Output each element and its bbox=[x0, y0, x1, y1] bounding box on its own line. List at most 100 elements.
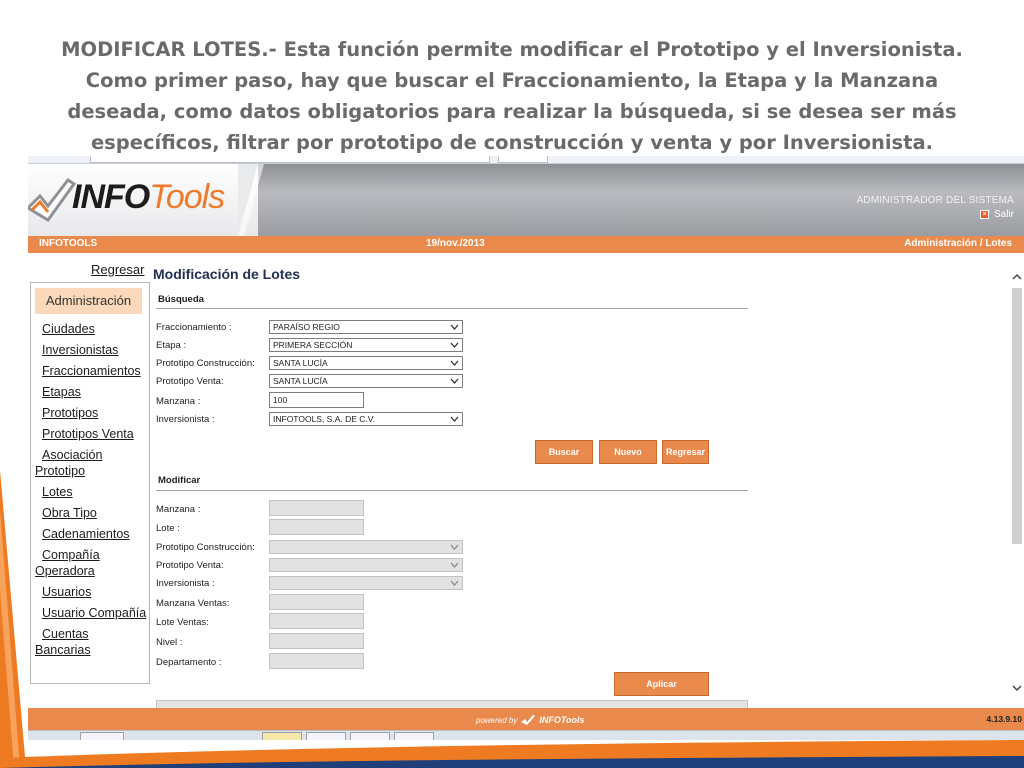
sidebar-item-prototipos-venta[interactable]: Prototipos Venta bbox=[35, 426, 147, 442]
mod-manzana-input[interactable] bbox=[269, 500, 364, 516]
prototipo-venta-label: Prototipo Venta: bbox=[156, 376, 224, 387]
mod-manzana-label: Manzana : bbox=[156, 504, 201, 515]
taskbar-item[interactable] bbox=[306, 732, 346, 740]
logout-link[interactable]: × Salir bbox=[979, 209, 1014, 220]
sidebar-item-cuentas-bancarias[interactable]: Cuentas Bancarias bbox=[35, 626, 147, 658]
sidebar-item-usuarios[interactable]: Usuarios bbox=[35, 584, 147, 600]
logo-checkmark-icon bbox=[28, 177, 76, 222]
logo-wordmark: INFOTools bbox=[72, 178, 225, 216]
browser-address-field[interactable] bbox=[90, 156, 490, 163]
sidebar: Administración Ciudades Inversionistas F… bbox=[30, 282, 150, 684]
slide-caption: MODIFICAR LOTES.- Esta función permite m… bbox=[40, 34, 984, 158]
close-icon: × bbox=[979, 210, 989, 219]
manzana-input[interactable]: 100 bbox=[269, 392, 364, 408]
app-version: 4.13.9.10 bbox=[986, 714, 1022, 724]
current-date: 19/nov./2013 bbox=[426, 238, 485, 249]
scroll-up-icon[interactable] bbox=[1011, 271, 1023, 283]
footer-bar: powered by INFOTools 4.13.9.10 bbox=[28, 708, 1024, 730]
sidebar-item-lotes[interactable]: Lotes bbox=[35, 484, 147, 500]
user-role: ADMINISTRADOR DEL SISTEMA bbox=[856, 195, 1014, 206]
orange-swoosh-bottom bbox=[0, 740, 1024, 768]
taskbar-item[interactable] bbox=[262, 732, 302, 740]
search-divider bbox=[156, 308, 748, 309]
chevron-down-icon bbox=[450, 544, 459, 550]
inversionista-value: INFOTOOLS, S.A. DE C.V. bbox=[273, 414, 376, 424]
mod-nivel-input[interactable] bbox=[269, 633, 364, 649]
prototipo-venta-select[interactable]: SANTA LUCÍA bbox=[269, 374, 463, 388]
sidebar-item-compania-operadora[interactable]: Compañía Operadora bbox=[35, 547, 147, 579]
mod-manzana-ventas-input[interactable] bbox=[269, 594, 364, 610]
app-screenshot: INFOTools ADMINISTRADOR DEL SISTEMA × Sa… bbox=[28, 156, 1024, 740]
footer-brand: INFOTools bbox=[539, 715, 585, 725]
etapa-select[interactable]: PRIMERA SECCIÓN bbox=[269, 338, 463, 352]
browser-field[interactable] bbox=[498, 156, 548, 163]
buscar-button[interactable]: Buscar bbox=[535, 440, 593, 464]
sidebar-item-ciudades[interactable]: Ciudades bbox=[35, 321, 147, 337]
sidebar-item-fraccionamientos[interactable]: Fraccionamientos bbox=[35, 363, 147, 379]
mod-prototipo-construccion-label: Prototipo Construcción: bbox=[156, 542, 255, 553]
mod-prototipo-venta-label: Prototipo Venta: bbox=[156, 560, 224, 571]
browser-toolbar-strip bbox=[28, 156, 1024, 164]
mod-departamento-label: Departamento : bbox=[156, 657, 222, 668]
banner-diagonal bbox=[238, 164, 264, 236]
mod-lote-input[interactable] bbox=[269, 519, 364, 535]
regresar-button[interactable]: Regresar bbox=[662, 440, 709, 464]
taskbar-item[interactable] bbox=[80, 732, 124, 740]
sidebar-item-asociacion-prototipo[interactable]: Asociación Prototipo bbox=[35, 447, 147, 479]
taskbar bbox=[28, 730, 1024, 740]
chevron-down-icon bbox=[450, 342, 459, 348]
chevron-down-icon bbox=[450, 416, 459, 422]
sidebar-item-usuario-compania[interactable]: Usuario Compañía bbox=[35, 605, 147, 621]
sidebar-heading: Administración bbox=[35, 288, 142, 314]
chevron-down-icon bbox=[450, 360, 459, 366]
etapa-value: PRIMERA SECCIÓN bbox=[273, 340, 353, 350]
mod-lote-label: Lote : bbox=[156, 523, 180, 534]
scroll-down-icon[interactable] bbox=[1011, 682, 1023, 694]
mod-nivel-label: Nivel : bbox=[156, 637, 183, 648]
etapa-label: Etapa : bbox=[156, 340, 187, 351]
manzana-label: Manzana : bbox=[156, 396, 201, 407]
sidebar-item-cadenamientos[interactable]: Cadenamientos bbox=[35, 526, 147, 542]
prototipo-construccion-select[interactable]: SANTA LUCÍA bbox=[269, 356, 463, 370]
fraccionamiento-label: Fraccionamiento : bbox=[156, 322, 232, 333]
logout-label: Salir bbox=[993, 209, 1014, 220]
sidebar-item-prototipos[interactable]: Prototipos bbox=[35, 405, 147, 421]
mod-lote-ventas-input[interactable] bbox=[269, 613, 364, 629]
prototipo-venta-value: SANTA LUCÍA bbox=[273, 376, 328, 386]
fraccionamiento-value: PARAÍSO REGIO bbox=[273, 322, 340, 332]
inversionista-select[interactable]: INFOTOOLS, S.A. DE C.V. bbox=[269, 412, 463, 426]
sidebar-item-etapas[interactable]: Etapas bbox=[35, 384, 147, 400]
sidebar-item-obra-tipo[interactable]: Obra Tipo bbox=[35, 505, 147, 521]
back-link[interactable]: Regresar bbox=[91, 262, 144, 277]
scrollbar-thumb[interactable] bbox=[1012, 288, 1022, 544]
chevron-down-icon bbox=[450, 324, 459, 330]
mod-lote-ventas-label: Lote Ventas: bbox=[156, 617, 209, 628]
taskbar-item[interactable] bbox=[394, 732, 434, 740]
mod-inversionista-label: Inversionista : bbox=[156, 578, 215, 589]
mod-manzana-ventas-label: Manzana Ventas: bbox=[156, 598, 230, 609]
aplicar-modificaciones-button[interactable]: Aplicar Modificaciones bbox=[614, 672, 709, 711]
sidebar-item-inversionistas[interactable]: Inversionistas bbox=[35, 342, 147, 358]
mod-inversionista-select[interactable] bbox=[269, 576, 463, 590]
caption-line-4: específicos, filtrar por prototipo de co… bbox=[90, 131, 934, 154]
logo-panel: INFOTools bbox=[28, 164, 258, 236]
mod-prototipo-construccion-select[interactable] bbox=[269, 540, 463, 554]
prototipo-construccion-value: SANTA LUCÍA bbox=[273, 358, 328, 368]
sidebar-menu: Ciudades Inversionistas Fraccionamientos… bbox=[35, 321, 147, 663]
mod-prototipo-venta-select[interactable] bbox=[269, 558, 463, 572]
taskbar-item[interactable] bbox=[350, 732, 390, 740]
inversionista-label: Inversionista : bbox=[156, 414, 215, 425]
nuevo-button[interactable]: Nuevo bbox=[599, 440, 657, 464]
caption-line-2: Como primer paso, hay que buscar el Frac… bbox=[85, 69, 939, 92]
caption-line-1: MODIFICAR LOTES.- Esta función permite m… bbox=[61, 38, 963, 61]
app-banner: INFOTools ADMINISTRADOR DEL SISTEMA × Sa… bbox=[28, 164, 1024, 236]
search-section-title: Búsqueda bbox=[158, 294, 204, 305]
chevron-down-icon bbox=[450, 580, 459, 586]
chevron-down-icon bbox=[450, 378, 459, 384]
fraccionamiento-select[interactable]: PARAÍSO REGIO bbox=[269, 320, 463, 334]
breadcrumb: Administración / Lotes bbox=[904, 238, 1012, 249]
caption-line-3: deseada, como datos obligatorios para re… bbox=[67, 100, 957, 123]
prototipo-construccion-label: Prototipo Construcción: bbox=[156, 358, 255, 369]
nav-bar: INFOTOOLS 19/nov./2013 Administración / … bbox=[28, 236, 1024, 253]
mod-departamento-input[interactable] bbox=[269, 653, 364, 669]
